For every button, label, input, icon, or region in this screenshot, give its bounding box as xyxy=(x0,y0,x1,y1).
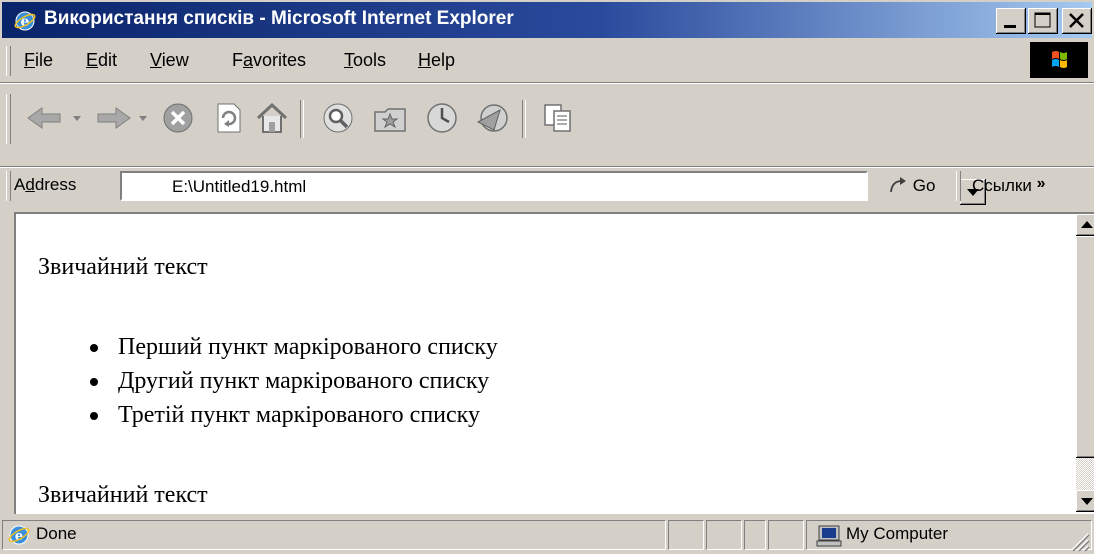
back-icon[interactable] xyxy=(24,100,68,136)
scroll-up-button[interactable] xyxy=(1076,214,1094,236)
title-bar[interactable]: e Використання списків - Microsoft Inter… xyxy=(2,2,1092,38)
menu-file[interactable]: File xyxy=(24,50,53,71)
resize-grip-icon[interactable] xyxy=(1066,528,1090,552)
back-dropdown-icon[interactable] xyxy=(70,108,84,128)
maximize-icon xyxy=(1034,12,1051,28)
menu-bar: File Edit View Favorites Tools Help xyxy=(0,40,1094,83)
status-panel xyxy=(768,520,804,550)
go-arrow-icon xyxy=(890,177,906,193)
edit-icon[interactable] xyxy=(540,100,576,136)
menu-favorites[interactable]: Favorites xyxy=(232,50,306,71)
minimize-button[interactable] xyxy=(996,8,1026,34)
search-icon[interactable] xyxy=(320,100,356,136)
scroll-thumb[interactable] xyxy=(1076,236,1094,458)
plain-text-paragraph: Звичайний текст xyxy=(38,254,208,280)
toolbar-separator xyxy=(522,100,526,138)
close-button[interactable] xyxy=(1062,8,1092,34)
status-main-panel xyxy=(2,520,666,550)
ie-window: e Використання списків - Microsoft Inter… xyxy=(0,0,1094,554)
menu-view[interactable]: View xyxy=(150,50,189,71)
ie-page-icon: e xyxy=(8,525,30,545)
menu-help[interactable]: Help xyxy=(418,50,455,71)
links-button[interactable]: Ссылки » xyxy=(972,175,1046,196)
links-chevron-icon[interactable]: » xyxy=(1037,175,1046,192)
vertical-scrollbar[interactable] xyxy=(1076,214,1094,512)
history-icon[interactable] xyxy=(424,100,460,136)
bulleted-list: Перший пункт маркірованого списку Другий… xyxy=(90,330,498,432)
status-bar: e Done My Computer xyxy=(0,516,1094,554)
address-value: E:\Untitled19.html xyxy=(172,177,307,196)
address-bar: Address E:\Untitled19.html Go Ссылки » xyxy=(0,166,1094,207)
address-input[interactable]: E:\Untitled19.html xyxy=(120,171,986,205)
close-icon xyxy=(1069,13,1084,28)
scroll-down-button[interactable] xyxy=(1076,490,1094,512)
home-icon[interactable] xyxy=(254,100,290,136)
stop-icon[interactable] xyxy=(160,100,196,136)
go-button[interactable]: Go xyxy=(888,175,935,196)
links-label: Ссылки xyxy=(972,176,1032,195)
status-panel xyxy=(744,520,766,550)
go-label: Go xyxy=(912,176,936,195)
menu-edit[interactable]: Edit xyxy=(86,50,117,71)
list-item: Третій пункт маркірованого списку xyxy=(90,398,498,432)
menu-grip[interactable] xyxy=(6,46,11,76)
scroll-down-icon xyxy=(1081,498,1093,505)
forward-icon[interactable] xyxy=(90,100,134,136)
ie-logo-icon: e xyxy=(14,11,36,31)
page-content-frame: Звичайний текст Перший пункт маркіровано… xyxy=(14,212,1094,514)
mail-icon[interactable] xyxy=(474,100,510,136)
plain-text-paragraph: Звичайний текст xyxy=(38,482,208,508)
address-grip[interactable] xyxy=(6,171,11,201)
favorites-icon[interactable] xyxy=(372,100,408,136)
address-label: Address xyxy=(14,175,77,194)
window-title: Використання списків - Microsoft Interne… xyxy=(44,8,514,29)
status-text: Done xyxy=(36,524,77,543)
windows-logo-icon xyxy=(1030,42,1088,78)
status-panel xyxy=(706,520,742,550)
minimize-icon xyxy=(1004,25,1016,28)
computer-icon xyxy=(816,525,842,547)
maximize-button[interactable] xyxy=(1028,8,1058,34)
toolbar-grip[interactable] xyxy=(6,94,11,144)
menu-tools[interactable]: Tools xyxy=(344,50,386,71)
page-content: Звичайний текст Перший пункт маркіровано… xyxy=(38,214,1068,512)
toolbar-separator xyxy=(300,100,304,138)
scroll-up-icon xyxy=(1081,221,1093,228)
list-item: Перший пункт маркірованого списку xyxy=(90,330,498,364)
forward-dropdown-icon[interactable] xyxy=(136,108,150,128)
status-panel xyxy=(668,520,704,550)
refresh-icon[interactable] xyxy=(210,100,246,136)
links-grip[interactable] xyxy=(956,171,961,201)
list-item: Другий пункт маркірованого списку xyxy=(90,364,498,398)
zone-text: My Computer xyxy=(846,524,949,543)
